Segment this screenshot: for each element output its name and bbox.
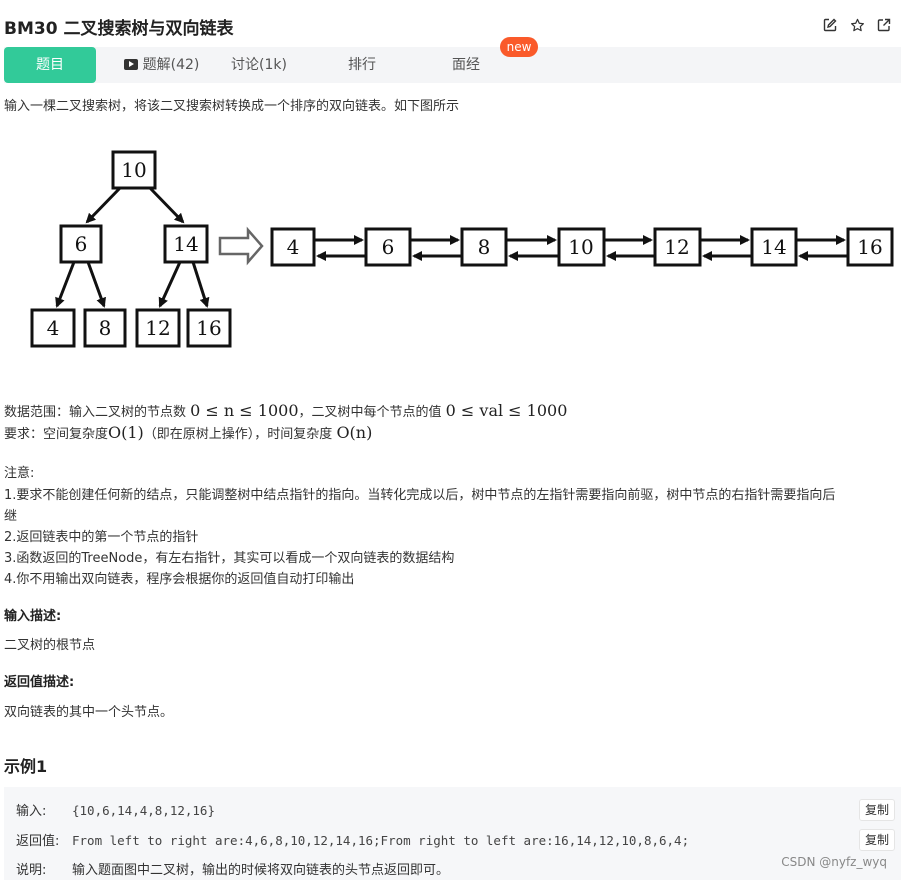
tab-ranking[interactable]: 排行 [322, 47, 402, 83]
list-node: 10 [557, 227, 606, 267]
header-actions [821, 16, 893, 34]
data-range: 数据范围：输入二叉树的节点数 0 ≤ n ≤ 1000，二叉树中每个节点的值 0… [4, 401, 568, 420]
svg-text:10: 10 [121, 158, 146, 182]
example-output-row: 返回值: From left to right are:4,6,8,10,12,1… [16, 830, 689, 849]
note-line: 3.函数返回的TreeNode，有左右指针，其实可以看成一个双向链表的数据结构 [4, 551, 455, 566]
tree-to-list-diagram: 10 6 14 4 8 12 16 4 6 8 10 12 14 16 [30, 150, 894, 348]
svg-text:6: 6 [382, 235, 395, 259]
svg-text:4: 4 [47, 316, 60, 340]
example-explain-row: 说明: 输入题面图中二叉树，输出的时候将双向链表的头节点返回即可。 [16, 859, 449, 878]
example-input-value: {10,6,14,4,8,12,16} [72, 803, 215, 818]
video-play-icon [123, 59, 138, 70]
list-node: 14 [750, 227, 798, 267]
list-node: 6 [364, 227, 412, 267]
svg-text:16: 16 [857, 235, 882, 259]
example-input-row: 输入: {10,6,14,4,8,12,16} [16, 800, 215, 819]
conversion-arrow-icon [218, 226, 264, 266]
edit-icon[interactable] [821, 16, 839, 34]
copy-input-button[interactable]: 复制 [859, 799, 895, 821]
tab-bar: 题目 题解(42) 讨论(1k) 排行 面经 [4, 47, 901, 83]
output-desc-title: 返回值描述: [4, 675, 75, 690]
svg-text:14: 14 [761, 235, 786, 259]
list-node: 8 [460, 227, 508, 267]
output-desc-text: 双向链表的其中一个头节点。 [4, 705, 174, 720]
tab-interview[interactable]: 面经 [426, 47, 506, 83]
tree-node: 14 [163, 224, 209, 264]
tree-node: 10 [111, 150, 157, 190]
example-explain-value: 输入题面图中二叉树，输出的时候将双向链表的头节点返回即可。 [72, 863, 450, 878]
notes-title: 注意: [4, 466, 35, 481]
svg-text:6: 6 [75, 232, 88, 256]
svg-text:10: 10 [568, 235, 593, 259]
list-node: 4 [270, 227, 316, 267]
svg-text:12: 12 [664, 235, 689, 259]
input-desc-text: 二叉树的根节点 [4, 638, 96, 653]
problem-title: BM30 二叉搜索树与双向链表 [4, 19, 234, 39]
svg-text:4: 4 [287, 235, 300, 259]
new-badge: new [500, 37, 538, 57]
note-line: 继 [4, 509, 18, 524]
list-node: 16 [846, 227, 894, 267]
copy-output-button[interactable]: 复制 [859, 829, 895, 851]
tab-problem[interactable]: 题目 [4, 47, 96, 83]
header: BM30 二叉搜索树与双向链表 [4, 14, 893, 39]
example-output-label: 返回值: [16, 834, 60, 849]
tree-node: 12 [135, 308, 181, 348]
svg-text:16: 16 [196, 316, 221, 340]
tree-node: 16 [186, 308, 232, 348]
example-explain-label: 说明: [16, 863, 47, 878]
list-node: 12 [653, 227, 702, 267]
note-line: 4.你不用输出双向链表，程序会根据你的返回值自动打印输出 [4, 572, 355, 587]
complexity-requirement: 要求：空间复杂度O(1)（即在原树上操作），时间复杂度 O(n) [4, 423, 373, 442]
tree-node: 6 [59, 224, 103, 264]
watermark: CSDN @nyfz_wyq [781, 855, 887, 869]
input-desc-title: 输入描述: [4, 609, 62, 624]
note-line: 2.返回链表中的第一个节点的指针 [4, 530, 199, 545]
example-box: 输入: {10,6,14,4,8,12,16} 复制 返回值: From left … [4, 787, 901, 880]
svg-text:12: 12 [145, 316, 170, 340]
svg-text:14: 14 [173, 232, 198, 256]
example-input-label: 输入: [16, 804, 47, 819]
example-title: 示例1 [4, 757, 48, 776]
problem-description: 输入一棵二叉搜索树，将该二叉搜索树转换成一个排序的双向链表。如下图所示 [4, 99, 460, 114]
svg-text:8: 8 [478, 235, 491, 259]
external-link-icon[interactable] [875, 16, 893, 34]
tree-node: 4 [30, 308, 76, 348]
svg-text:8: 8 [99, 316, 112, 340]
tree-node: 8 [83, 308, 127, 348]
note-line: 1.要求不能创建任何新的结点，只能调整树中结点指针的指向。当转化完成以后，树中节… [4, 488, 836, 503]
tab-solutions[interactable]: 题解(42) [104, 47, 219, 83]
example-output-value: From left to right are:4,6,8,10,12,14,16… [72, 833, 690, 848]
star-icon[interactable] [848, 16, 866, 34]
tab-discussion[interactable]: 讨论(1k) [219, 47, 299, 83]
